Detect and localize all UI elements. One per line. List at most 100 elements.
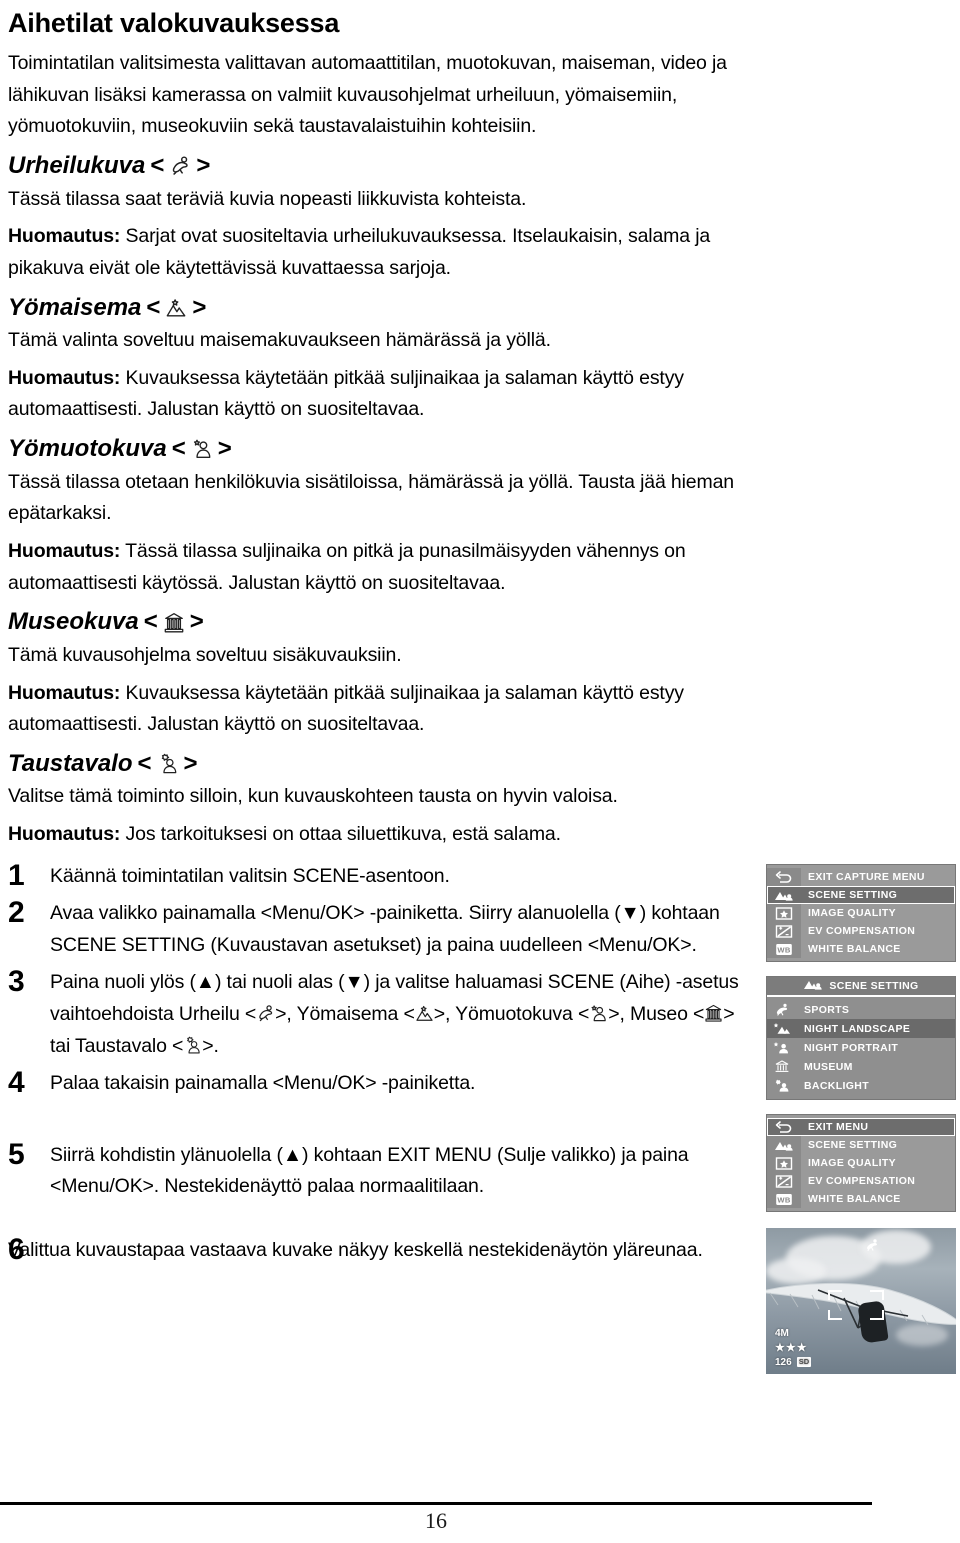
section-body-museokuva: Tämä kuvausohjelma soveltuu sisäkuvauksi… [8,643,402,666]
step-text: Siirrä kohdistin ylänuolella (▲) kohtaan… [50,1143,689,1198]
menu-item-ev-compensation[interactable]: EV COMPENSATION [767,1172,955,1190]
museum-icon [767,1058,797,1076]
menu-item-label: BACKLIGHT [804,1079,869,1092]
submenu-items: SPORTS NIGHT LANDSCAPE NIGHT PORTRAIT MU… [767,997,955,1099]
angle-bracket-close: > [217,435,232,463]
scene-setting-icon [767,1136,801,1154]
step-1: 1 Käännä toimintatilan valitsin SCENE-as… [8,859,750,893]
section-heading-label: Taustavalo [8,749,133,777]
menu-item-sports[interactable]: SPORTS [767,1000,955,1019]
lcd-screenshot-column: EXIT CAPTURE MENU SCENE SETTING IMAGE QU… [766,864,956,1374]
sports-running-icon [767,1001,797,1019]
menu-item-ev-compensation[interactable]: EV COMPENSATION [767,922,955,940]
step-number: 3 [8,965,25,999]
step-4: 4 Palaa takaisin painamalla <Menu/OK> -p… [8,1066,750,1100]
submenu-header-label: SCENE SETTING [829,980,919,992]
focus-corner [828,1310,842,1320]
angle-bracket-open: < [137,749,152,777]
intro-paragraph: Toimintatilan valitsimesta valittavan au… [8,52,727,138]
menu-item-label: IMAGE QUALITY [808,1157,896,1169]
step-5: 5 Siirrä kohdistin ylänuolella (▲) kohta… [8,1138,750,1203]
section-heading-yomuotokuva: Yömuotokuva < > [8,435,750,464]
night-landscape-icon [767,1020,797,1038]
museum-icon [163,612,185,634]
sports-running-icon [864,1238,880,1254]
step-text: Avaa valikko painamalla <Menu/OK> -paini… [50,902,720,956]
night-landscape-icon [165,297,187,319]
angle-bracket-open: < [171,435,186,463]
menu-item-scene-setting[interactable]: SCENE SETTING [767,886,955,904]
backlight-icon [767,1077,797,1095]
note-text: Jos tarkoituksesi on ottaa siluettikuva,… [120,823,562,846]
step-text: Valittua kuvaustapaa vastaava kuvake näk… [8,1238,703,1261]
section-note-taustavalo: Huomautus: Jos tarkoituksesi on ottaa si… [8,819,750,851]
menu-item-night-landscape[interactable]: NIGHT LANDSCAPE [767,1019,955,1038]
sports-running-icon [256,1004,275,1023]
menu-item-exit-capture-menu[interactable]: EXIT CAPTURE MENU [767,868,955,886]
footer-divider [0,1502,872,1505]
manual-page: Aihetilat valokuvauksessa Toimintatilan … [0,0,960,1543]
menu-item-label: NIGHT PORTRAIT [804,1041,899,1054]
focus-corner [828,1290,842,1300]
menu-item-label: SCENE SETTING [808,889,898,901]
step3-part4: >, Museo < [608,1002,705,1025]
section-body-yomuotokuva: Tässä tilassa otetaan henkilökuvia sisät… [8,470,734,525]
section-body-urheilukuva: Tässä tilassa saat teräviä kuvia nopeast… [8,187,527,210]
section-heading-label: Urheilukuva [8,151,146,179]
step3-part2: >, Yömaisema < [275,1002,415,1025]
menu-item-image-quality[interactable]: IMAGE QUALITY [767,904,955,922]
wb-icon: WB [767,1190,801,1208]
menu-item-white-balance[interactable]: WB WHITE BALANCE [767,1190,955,1208]
step-number: 5 [8,1137,25,1171]
backlight-icon [157,753,179,775]
section-note-yomaisema: Huomautus: Kuvauksessa käytetään pitkää … [8,363,750,426]
night-portrait-icon [767,1039,797,1057]
step-number: 2 [8,896,25,930]
menu-item-night-portrait[interactable]: NIGHT PORTRAIT [767,1038,955,1057]
lcd-scene-setting-submenu: SCENE SETTING SPORTS NIGHT LANDSCAPE NIG… [766,976,956,1100]
note-label: Huomautus: [8,539,121,562]
svg-text:WB: WB [777,945,791,954]
sd-card-badge: SD [796,1357,812,1368]
menu-item-label: EV COMPENSATION [808,925,916,937]
menu-item-label: WHITE BALANCE [808,1193,901,1205]
step3-part6: >. [202,1034,219,1057]
lcd-osd-overlay: 4M ★★★ 126 SD [775,1327,812,1370]
angle-bracket-open: < [146,293,161,321]
step-6: 6 Valittua kuvaustapaa vastaava kuvake n… [8,1233,750,1267]
quality-stars: ★★★ [775,1341,808,1354]
menu-item-white-balance[interactable]: WB WHITE BALANCE [767,940,955,958]
menu-item-museum[interactable]: MUSEUM [767,1057,955,1076]
menu-item-label: EV COMPENSATION [808,1175,916,1187]
note-label: Huomautus: [8,225,121,248]
menu-item-image-quality[interactable]: IMAGE QUALITY [767,1154,955,1172]
wb-icon: WB [767,940,801,958]
menu-item-scene-setting[interactable]: SCENE SETTING [767,1136,955,1154]
night-landscape-icon [415,1004,434,1023]
section-note-yomuotokuva: Huomautus: Tässä tilassa suljinaika on p… [8,536,750,599]
menu-item-backlight[interactable]: BACKLIGHT [767,1076,955,1095]
lcd-photo-preview: 4M ★★★ 126 SD [766,1228,956,1374]
angle-bracket-open: < [150,151,165,179]
section-body-yomaisema: Tämä valinta soveltuu maisemakuvaukseen … [8,329,551,352]
menu-item-exit-menu[interactable]: EXIT MENU [767,1118,955,1136]
angle-bracket-open: < [143,608,158,636]
menu-item-label: EXIT CAPTURE MENU [808,871,925,883]
step-text: Palaa takaisin painamalla <Menu/OK> -pai… [50,1072,476,1095]
section-heading-yomaisema: Yömaisema < > [8,294,750,323]
page-title: Aihetilat valokuvauksessa [8,8,340,38]
lcd-capture-menu: EXIT CAPTURE MENU SCENE SETTING IMAGE QU… [766,864,956,962]
shots-remaining: 126 [775,1356,792,1368]
note-label: Huomautus: [8,823,121,846]
step-3: 3 Paina nuoli ylös (▲) tai nuoli alas (▼… [8,965,750,1062]
star-icon [767,904,801,922]
svg-text:WB: WB [777,1195,791,1204]
step-text: Käännä toimintatilan valitsin SCENE-asen… [50,864,450,887]
menu-item-label: SCENE SETTING [808,1139,898,1151]
ev-icon [767,922,801,940]
step-number: 4 [8,1066,25,1100]
note-label: Huomautus: [8,681,121,704]
ev-icon [767,1172,801,1190]
osd-bottom-line: 126 SD [775,1356,812,1370]
scene-setting-icon [803,978,823,994]
